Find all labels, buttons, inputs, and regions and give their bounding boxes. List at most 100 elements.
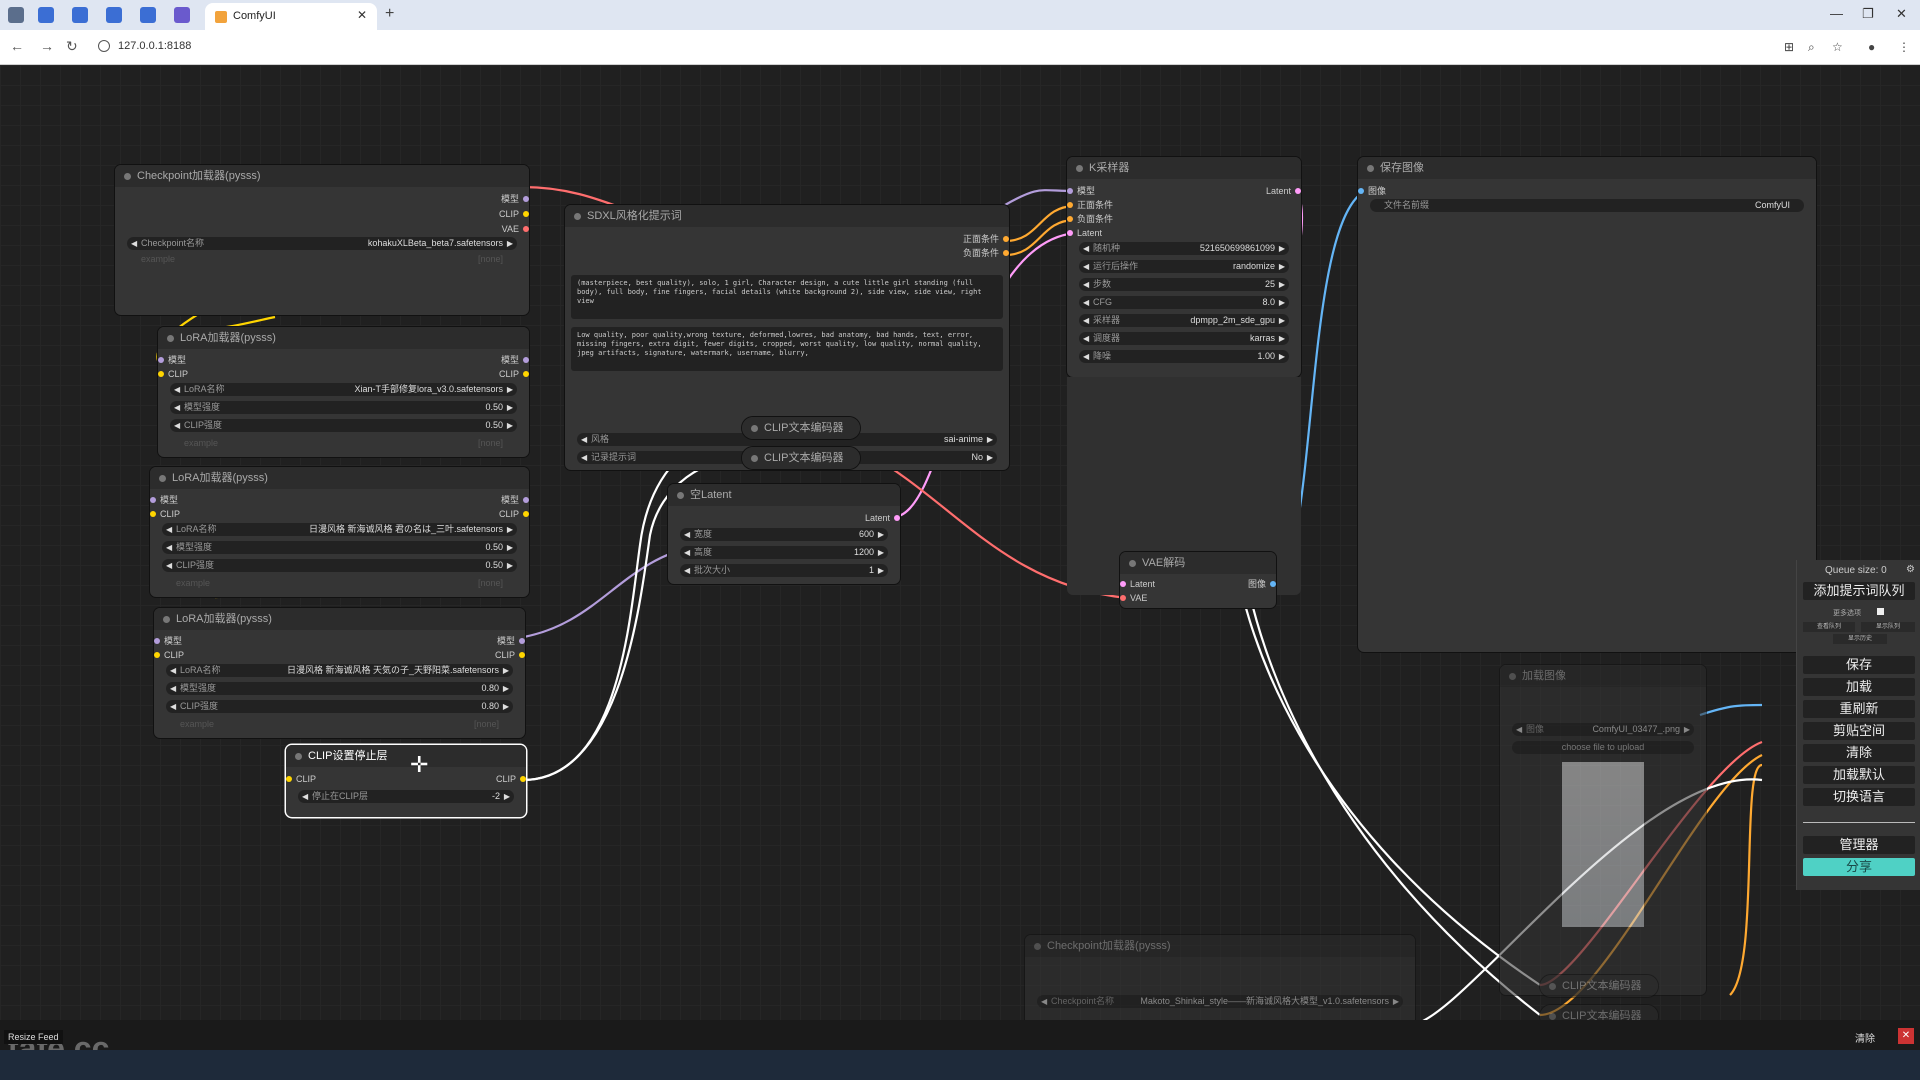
decrement-arrow-icon[interactable]: ◀ bbox=[166, 541, 172, 554]
slot-dot-icon[interactable] bbox=[286, 776, 292, 782]
input-latent[interactable]: Latent bbox=[1120, 578, 1155, 590]
slot-dot-icon[interactable] bbox=[523, 226, 529, 232]
lora-loader-node-1[interactable]: LoRA加载器(pysss) 模型 CLIP 模型 CLIP ◀ LoRA名称 Xi… bbox=[158, 327, 529, 457]
tab-search-icon[interactable] bbox=[8, 7, 24, 23]
slot-dot-icon[interactable] bbox=[520, 776, 526, 782]
clip-text-encode-node-1[interactable]: CLIP文本编码器 bbox=[742, 417, 860, 439]
denoise-widget[interactable]: ◀ 降噪 1.00 ▶ bbox=[1079, 350, 1289, 363]
slot-dot-icon[interactable] bbox=[523, 357, 529, 363]
empty-latent-node[interactable]: 空Latent Latent ◀ 宽度 600 ▶ ◀ 高度 1200 ▶ ◀ 批次大小 1 ▶ bbox=[668, 484, 900, 584]
clear-button[interactable]: 清除 bbox=[1803, 744, 1915, 762]
decrement-arrow-icon[interactable]: ◀ bbox=[1083, 332, 1089, 345]
switch-language-button[interactable]: 切换语言 bbox=[1803, 788, 1915, 806]
increment-arrow-icon[interactable]: ▶ bbox=[503, 664, 509, 677]
sampler-widget[interactable]: ◀ 采样器 dpmpp_2m_sde_gpu ▶ bbox=[1079, 314, 1289, 327]
slot-dot-icon[interactable] bbox=[1067, 188, 1073, 194]
filename-prefix-widget[interactable]: 文件名前缀 ComfyUI bbox=[1370, 199, 1804, 212]
increment-arrow-icon[interactable]: ▶ bbox=[507, 383, 513, 396]
lora-name-widget[interactable]: ◀ LoRA名称 日漫风格 新海诚风格 君の名は_三叶.safetensors ▶ bbox=[162, 523, 517, 536]
resize-feed-button[interactable]: Resize Feed bbox=[4, 1030, 63, 1044]
settings-gear-icon[interactable]: ⚙ bbox=[1906, 564, 1915, 575]
node-title[interactable]: VAE解码 bbox=[1120, 552, 1276, 574]
slot-dot-icon[interactable] bbox=[154, 638, 160, 644]
slot-dot-icon[interactable] bbox=[523, 511, 529, 517]
slot-dot-icon[interactable] bbox=[150, 511, 156, 517]
decrement-arrow-icon[interactable]: ◀ bbox=[1083, 242, 1089, 255]
link-wire[interactable] bbox=[1699, 703, 1763, 717]
save-button[interactable]: 保存 bbox=[1803, 656, 1915, 674]
decrement-arrow-icon[interactable]: ◀ bbox=[1516, 723, 1522, 736]
input-latent[interactable]: Latent bbox=[1067, 227, 1102, 239]
slot-dot-icon[interactable] bbox=[1358, 188, 1364, 194]
load-image-node[interactable]: 加载图像 ◀ 图像 ComfyUI_03477_.png ▶ choose file … bbox=[1500, 665, 1706, 995]
pinned-tab-icon[interactable] bbox=[174, 7, 190, 23]
lora-name-widget[interactable]: ◀ LoRA名称 日漫风格 新海诚风格 天気の子_天野阳菜.safetensors ▶ bbox=[166, 664, 513, 677]
input-model[interactable]: 模型 bbox=[150, 494, 178, 506]
output-clip[interactable]: CLIP bbox=[495, 649, 525, 661]
decrement-arrow-icon[interactable]: ◀ bbox=[166, 523, 172, 536]
lora-loader-node-3[interactable]: LoRA加载器(pysss) 模型 CLIP 模型 CLIP ◀ LoRA名称 日漫… bbox=[154, 608, 525, 738]
new-tab-icon[interactable]: + bbox=[385, 5, 394, 23]
input-image[interactable]: 图像 bbox=[1358, 185, 1386, 197]
slot-dot-icon[interactable] bbox=[1120, 595, 1126, 601]
link-wire[interactable] bbox=[1004, 218, 1076, 257]
node-title[interactable]: CLIP文本编码器 bbox=[742, 417, 860, 439]
refresh-button[interactable]: 重刷新 bbox=[1803, 700, 1915, 718]
cfg-widget[interactable]: ◀ CFG 8.0 ▶ bbox=[1079, 296, 1289, 309]
input-vae[interactable]: VAE bbox=[1120, 592, 1147, 604]
node-title[interactable]: Checkpoint加载器(pysss) bbox=[1025, 935, 1415, 957]
input-model[interactable]: 模型 bbox=[1067, 185, 1095, 197]
link-wire[interactable] bbox=[1729, 763, 1763, 996]
node-title[interactable]: LoRA加载器(pysss) bbox=[150, 467, 529, 489]
close-icon[interactable]: ✕ bbox=[1898, 1028, 1914, 1044]
zoom-icon[interactable]: ⌕ bbox=[1808, 40, 1815, 55]
decrement-arrow-icon[interactable]: ◀ bbox=[1083, 296, 1089, 309]
stop-at-layer-widget[interactable]: ◀ 停止在CLIP层 -2 ▶ bbox=[298, 790, 514, 803]
clipspace-button[interactable]: 剪贴空间 bbox=[1803, 722, 1915, 740]
reload-icon[interactable]: ↻ bbox=[66, 38, 78, 55]
increment-arrow-icon[interactable]: ▶ bbox=[507, 559, 513, 572]
increment-arrow-icon[interactable]: ▶ bbox=[1279, 242, 1285, 255]
control-after-generate-widget[interactable]: ◀ 运行后操作 randomize ▶ bbox=[1079, 260, 1289, 273]
load-button[interactable]: 加载 bbox=[1803, 678, 1915, 696]
increment-arrow-icon[interactable]: ▶ bbox=[503, 682, 509, 695]
output-clip[interactable]: CLIP bbox=[499, 368, 529, 380]
link-wire[interactable] bbox=[1004, 189, 1076, 206]
slot-dot-icon[interactable] bbox=[154, 652, 160, 658]
input-model[interactable]: 模型 bbox=[158, 354, 186, 366]
node-title[interactable]: K采样器 bbox=[1067, 157, 1301, 179]
pinned-tab-icon[interactable] bbox=[38, 7, 54, 23]
clip-text-encode-node-2[interactable]: CLIP文本编码器 bbox=[742, 447, 860, 469]
bookmark-star-icon[interactable]: ☆ bbox=[1832, 40, 1843, 54]
back-icon[interactable]: ← bbox=[10, 38, 24, 54]
input-clip[interactable]: CLIP bbox=[286, 773, 316, 785]
checkpoint-loader-node-2[interactable]: Checkpoint加载器(pysss) ◀ Checkpoint名称 Makoto… bbox=[1025, 935, 1415, 1020]
decrement-arrow-icon[interactable]: ◀ bbox=[1083, 350, 1089, 363]
output-latent[interactable]: Latent bbox=[865, 512, 900, 524]
slot-dot-icon[interactable] bbox=[519, 652, 525, 658]
output-positive[interactable]: 正面条件 bbox=[963, 233, 1009, 245]
link-wire[interactable] bbox=[522, 425, 749, 782]
ksampler-node[interactable]: K采样器 模型 正面条件 负面条件 Latent Latent ◀ 随机种 5216… bbox=[1067, 157, 1301, 377]
decrement-arrow-icon[interactable]: ◀ bbox=[684, 564, 690, 577]
extra-options-checkbox[interactable] bbox=[1877, 608, 1884, 615]
increment-arrow-icon[interactable]: ▶ bbox=[1393, 995, 1399, 1008]
slot-dot-icon[interactable] bbox=[1067, 216, 1073, 222]
decrement-arrow-icon[interactable]: ◀ bbox=[1083, 314, 1089, 327]
output-model[interactable]: 模型 bbox=[501, 354, 529, 366]
increment-arrow-icon[interactable]: ▶ bbox=[878, 564, 884, 577]
profile-icon[interactable]: ● bbox=[1868, 40, 1875, 54]
width-widget[interactable]: ◀ 宽度 600 ▶ bbox=[680, 528, 888, 541]
output-latent[interactable]: Latent bbox=[1266, 185, 1301, 197]
restore-icon[interactable]: ❐ bbox=[1862, 6, 1874, 22]
pinned-tab-icon[interactable] bbox=[140, 7, 156, 23]
increment-arrow-icon[interactable]: ▶ bbox=[507, 401, 513, 414]
node-title[interactable]: LoRA加载器(pysss) bbox=[158, 327, 529, 349]
increment-arrow-icon[interactable]: ▶ bbox=[1279, 278, 1285, 291]
example-widget[interactable]: example [none] bbox=[166, 718, 513, 731]
node-title[interactable]: 空Latent bbox=[668, 484, 900, 506]
slot-dot-icon[interactable] bbox=[1120, 581, 1126, 587]
input-negative[interactable]: 负面条件 bbox=[1067, 213, 1113, 225]
checkpoint-loader-node[interactable]: Checkpoint加载器(pysss) 模型 CLIP VAE ◀ Checkp… bbox=[115, 165, 529, 315]
increment-arrow-icon[interactable]: ▶ bbox=[503, 700, 509, 713]
